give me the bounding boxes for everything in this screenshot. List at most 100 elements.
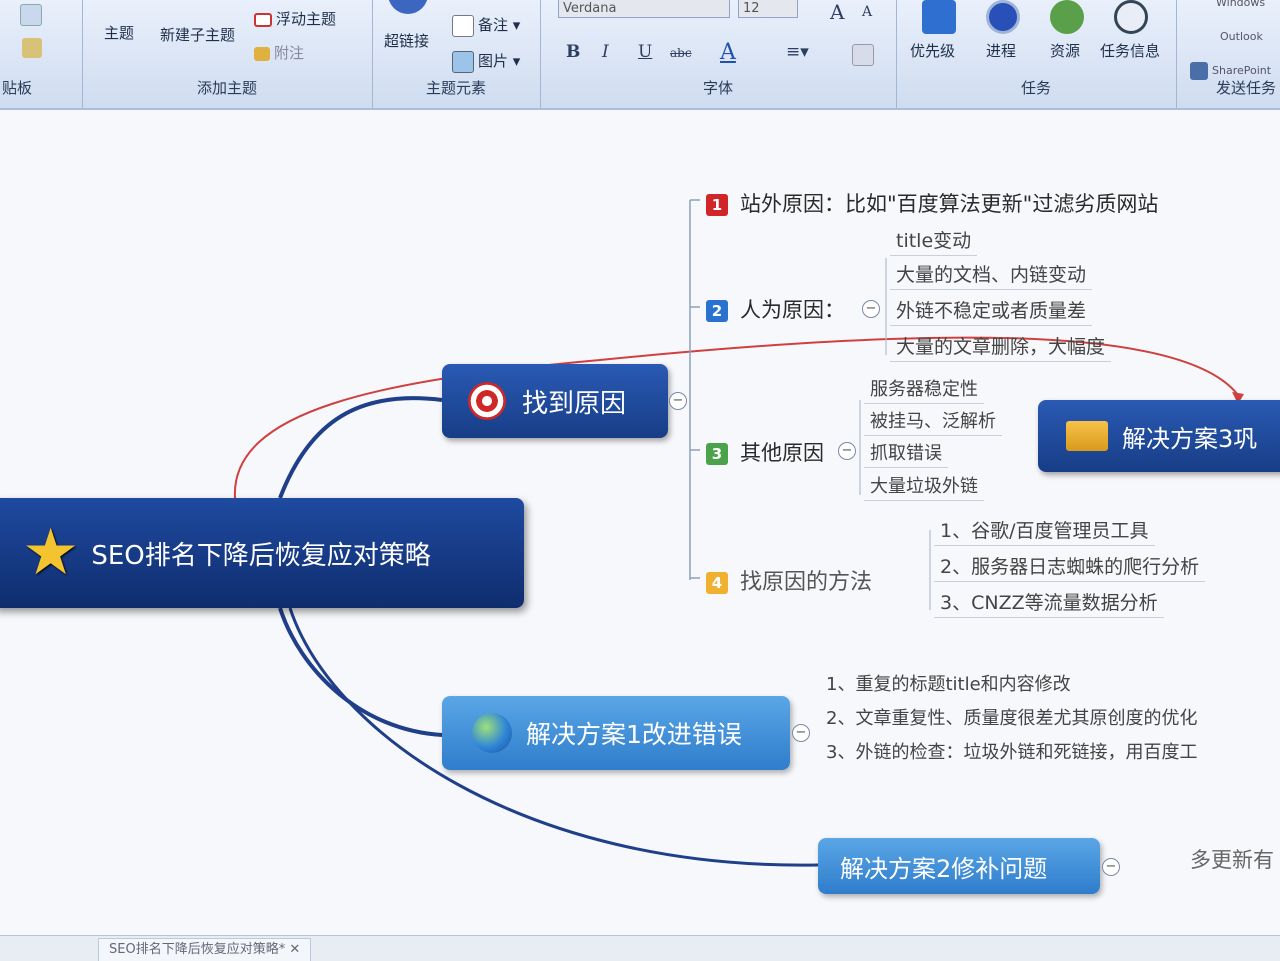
central-topic-label: SEO排名下降后恢复应对策略 [91,540,431,571]
priority-3-icon: 3 [706,443,728,465]
leaf-article-delete[interactable]: 大量的文章删除，大幅度 [890,332,1112,362]
leaf-external-links[interactable]: 外链不稳定或者质量差 [890,296,1093,326]
globe-icon [472,713,512,753]
cause-item-2-label: 人为原因： [740,298,845,322]
cause-item-3-label: 其他原因 [740,441,824,465]
leaf-cnzz[interactable]: 3、CNZZ等流量数据分析 [934,588,1164,618]
underline-button[interactable]: U [638,42,652,62]
ribbon: 贴板 主题 新建子主题 浮动主题 附注 添加主题 超链接 备注 ▾ 图片 ▾ 主… [0,0,1280,110]
send-task-label: 发送任务 [1215,79,1276,97]
leaf-crawl-error[interactable]: 抓取错误 [864,439,948,468]
leaf-webmaster-tools[interactable]: 1、谷歌/百度管理员工具 [934,516,1155,546]
floating-topic-icon [254,12,272,27]
solution2-topic[interactable]: 解决方案2修补问题 [818,838,1100,894]
italic-button[interactable]: I [602,42,609,62]
floating-topic-button[interactable]: 浮动主题 [254,8,336,29]
leaf-doc-change[interactable]: 大量的文档、内链变动 [890,260,1093,290]
font-color-button[interactable]: A [720,40,736,65]
paste-icon[interactable] [20,4,42,26]
callout-icon [254,46,270,61]
priority-1-icon: 1 [706,194,728,216]
solution2-label: 解决方案2修补问题 [840,854,1048,883]
send-windows-button[interactable]: Windows [1216,0,1265,9]
priority-icon [922,0,956,34]
cause-item-1[interactable]: 1 站外原因：比如"百度算法更新"过滤劣质网站 [706,188,1158,218]
cause-item-3[interactable]: 3 其他原因 [706,437,824,467]
add-topic-label: 添加主题 [196,79,257,97]
cause-item-1-label: 站外原因：比如"百度算法更新"过滤劣质网站 [740,192,1159,216]
subtopic-button[interactable]: 新建子主题 [160,24,235,45]
solution1-leaf-3[interactable]: 3、外链的检查：垃圾外链和死链接，用百度工 [820,738,1203,766]
human-cause-collapse-button[interactable]: − [862,300,880,318]
text-format-icon[interactable] [852,44,874,66]
priority-2-icon: 2 [706,300,728,322]
bold-button[interactable]: B [566,42,580,62]
grow-font-button[interactable]: A [830,0,844,24]
notes-button[interactable]: 备注 ▾ [452,14,520,37]
task-group: 优先级 进程 资源 任务信息 任务 [896,0,1177,108]
star-icon: ★ [22,516,80,590]
align-button[interactable]: ≡▾ [786,42,809,62]
priority-button[interactable]: 优先级 [910,40,955,61]
leaf-spam-links[interactable]: 大量垃圾外链 [864,472,984,501]
leaf-hacked[interactable]: 被挂马、泛解析 [864,407,1002,436]
solution2-collapse-button[interactable]: − [1102,858,1120,876]
task-label: 任务 [1020,79,1051,97]
send-task-group: Windows Outlook SharePoint 发送任务 [1176,0,1280,108]
status-bar: SEO排名下降后恢复应对策略* ✕ [0,935,1280,961]
progress-button[interactable]: 进程 [986,40,1016,61]
picture-button[interactable]: 图片 ▾ [452,50,520,73]
leaf-title-change[interactable]: title变动 [890,226,978,256]
solution1-leaf-1[interactable]: 1、重复的标题title和内容修改 [820,670,1077,698]
font-size-combo[interactable]: 12 [738,0,798,18]
topic-elements-group: 超链接 备注 ▾ 图片 ▾ 主题元素 [372,0,541,108]
strikethrough-button[interactable]: abc [670,46,692,60]
leaf-server-logs[interactable]: 2、服务器日志蜘蛛的爬行分析 [934,552,1206,582]
add-topic-group: 主题 新建子主题 浮动主题 附注 添加主题 [82,0,373,108]
document-tab-label: SEO排名下降后恢复应对策略* [109,942,286,957]
send-outlook-button[interactable]: Outlook [1220,30,1263,43]
cause-item-4[interactable]: 4 找原因的方法 [706,564,872,596]
notes-icon [452,14,474,37]
font-group: Verdana 12 A A B I U abc A ≡▾ 字体 [540,0,897,108]
target-icon [468,382,506,420]
font-name-combo[interactable]: Verdana [558,0,730,18]
clipboard-label: 贴板 [2,79,33,97]
hyperlink-button[interactable]: 超链接 [384,30,429,51]
cause-item-2[interactable]: 2 人为原因： [706,294,845,324]
progress-icon [986,0,1020,34]
font-label: 字体 [702,79,733,97]
central-topic[interactable]: ★ SEO排名下降后恢复应对策略 [0,498,524,608]
map-canvas[interactable]: ★ SEO排名下降后恢复应对策略 找到原因 − 1 站外原因：比如"百度算法更新"… [0,110,1280,935]
priority-4-icon: 4 [706,572,728,594]
resource-button[interactable]: 资源 [1050,40,1080,61]
find-cause-collapse-button[interactable]: − [669,392,687,410]
other-cause-collapse-button[interactable]: − [838,442,856,460]
cause-item-4-label: 找原因的方法 [740,570,873,595]
picture-icon [452,50,474,73]
leaf-server-stability[interactable]: 服务器稳定性 [864,375,984,404]
solution1-label: 解决方案1改进错误 [526,720,742,749]
resource-icon [1050,0,1084,34]
find-cause-label: 找到原因 [522,388,627,419]
solution1-leaf-2[interactable]: 2、文章重复性、质量度很差尤其原创度的优化 [820,704,1203,732]
solution2-leaf-1[interactable]: 多更新有 [1184,844,1280,876]
hyperlink-icon [388,0,428,14]
topic-elements-label: 主题元素 [425,79,486,97]
find-cause-topic[interactable]: 找到原因 [442,364,668,438]
topic-button[interactable]: 主题 [104,22,134,43]
task-info-icon [1114,0,1148,34]
clipboard-group: 贴板 [0,0,83,108]
folder-icon [1066,421,1108,451]
solution1-topic[interactable]: 解决方案1改进错误 [442,696,790,770]
solution1-collapse-button[interactable]: − [792,724,810,742]
format-painter-icon[interactable] [22,38,42,58]
close-tab-icon[interactable]: ✕ [289,942,300,957]
callout-button[interactable]: 附注 [254,42,304,63]
solution3-topic[interactable]: 解决方案3巩 [1038,400,1280,472]
task-info-button[interactable]: 任务信息 [1100,40,1160,61]
document-tab[interactable]: SEO排名下降后恢复应对策略* ✕ [98,938,312,961]
shrink-font-button[interactable]: A [862,4,872,20]
branch-central-find-cause [278,396,443,499]
solution3-label: 解决方案3巩 [1122,424,1258,453]
